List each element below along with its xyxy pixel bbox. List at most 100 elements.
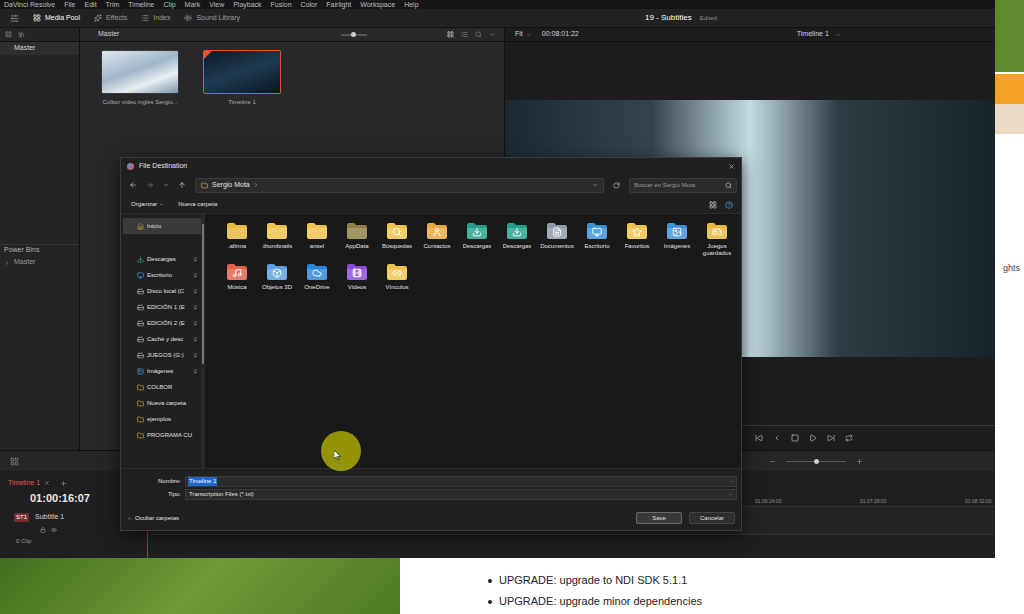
- bin-item[interactable]: Master: [0, 42, 79, 55]
- hide-folders-toggle[interactable]: Ocultar carpetas: [127, 514, 179, 523]
- nav-item[interactable]: Escritorio: [123, 267, 201, 283]
- folder-item[interactable]: Vídeos: [337, 263, 377, 291]
- search-icon[interactable]: [475, 31, 482, 38]
- refresh-icon[interactable]: [613, 182, 620, 189]
- timeline-chevron-icon[interactable]: [835, 32, 841, 38]
- filename-history-icon[interactable]: [729, 479, 734, 484]
- nav-item[interactable]: Inicio: [123, 218, 201, 234]
- folder-item[interactable]: Descargas: [497, 222, 537, 257]
- clip[interactable]: Colbor video inglés Sergio...: [100, 50, 180, 107]
- nav-item[interactable]: PROGRAMA CU: [123, 427, 201, 443]
- menu-item[interactable]: Trim: [106, 1, 120, 9]
- grid-view-icon[interactable]: [447, 31, 454, 38]
- search-field[interactable]: Buscar en Sergio Mota: [629, 178, 737, 193]
- zoom-out-icon[interactable]: [769, 458, 776, 465]
- close-icon[interactable]: [728, 163, 735, 170]
- path-segment[interactable]: Sergio Mota: [212, 180, 250, 191]
- view-mode-icon[interactable]: [709, 201, 717, 209]
- folder-item[interactable]: Contactos: [417, 222, 457, 257]
- nav-scrollbar[interactable]: [201, 214, 205, 468]
- path-separator-icon[interactable]: [253, 182, 259, 188]
- library-icon[interactable]: [18, 31, 25, 38]
- help-icon[interactable]: [725, 201, 733, 209]
- folder-item[interactable]: Búsquedas: [377, 222, 417, 257]
- timeline-view-icon[interactable]: [10, 457, 19, 466]
- folder-item[interactable]: Descargas: [457, 222, 497, 257]
- up-icon[interactable]: [178, 181, 186, 189]
- folder-item[interactable]: Juegos guardados: [697, 222, 737, 257]
- command-button[interactable]: Nueva carpeta: [178, 200, 217, 209]
- nav-item[interactable]: COLBOR: [123, 379, 201, 395]
- folder-item[interactable]: Favoritos: [617, 222, 657, 257]
- nav-item[interactable]: Descargas: [123, 251, 201, 267]
- folder-item[interactable]: Objetos 3D: [257, 263, 297, 291]
- stop-icon[interactable]: [791, 434, 799, 442]
- lock-icon[interactable]: [40, 527, 46, 533]
- zoom-chevron-icon[interactable]: [526, 32, 532, 38]
- panel-toggle[interactable]: Sound Library: [184, 13, 240, 24]
- forward-icon[interactable]: [146, 181, 154, 189]
- panel-toggle[interactable]: Effects: [94, 13, 127, 24]
- play-icon[interactable]: [809, 434, 817, 442]
- skip-forward-icon[interactable]: [827, 434, 835, 442]
- panel-toggle[interactable]: Index: [141, 13, 170, 24]
- panel-toggle[interactable]: Media Pool: [33, 13, 80, 24]
- menu-item[interactable]: Help: [404, 1, 418, 9]
- save-button[interactable]: Save: [636, 512, 682, 524]
- menu-item[interactable]: View: [209, 1, 224, 9]
- folder-item[interactable]: .thumbnails: [257, 222, 297, 257]
- thumb-size-slider[interactable]: [341, 34, 367, 36]
- nav-item[interactable]: EDICIÓN 2 (E: [123, 315, 201, 331]
- menu-item[interactable]: Timeline: [128, 1, 154, 9]
- filetype-select[interactable]: Transcription Files (*.txt): [185, 489, 737, 500]
- nav-item[interactable]: Nueva carpeta: [123, 395, 201, 411]
- nav-item[interactable]: Caché y desc: [123, 331, 201, 347]
- add-tab-icon[interactable]: [60, 480, 67, 487]
- expand-icon[interactable]: [4, 260, 10, 266]
- play-reverse-icon[interactable]: [773, 434, 781, 442]
- list-view-icon[interactable]: [461, 31, 468, 38]
- command-button[interactable]: Organizar: [131, 200, 164, 209]
- menu-item[interactable]: Color: [301, 1, 318, 9]
- close-tab-icon[interactable]: [44, 480, 50, 486]
- timeline-select[interactable]: Timeline 1: [797, 29, 829, 40]
- bins-icon[interactable]: [5, 31, 12, 38]
- cancel-button[interactable]: Cancelar: [689, 512, 735, 524]
- folder-item[interactable]: OneDrive: [297, 263, 337, 291]
- folder-item[interactable]: ansel: [297, 222, 337, 257]
- menu-item[interactable]: Workspace: [360, 1, 395, 9]
- menu-item[interactable]: Mark: [185, 1, 201, 9]
- power-bin-item[interactable]: Master: [0, 256, 79, 269]
- path-field[interactable]: Sergio Mota: [195, 178, 604, 193]
- filename-field[interactable]: Timeline 1: [185, 476, 737, 487]
- menu-item[interactable]: Playback: [233, 1, 261, 9]
- folder-item[interactable]: Música: [217, 263, 257, 291]
- visibility-icon[interactable]: [51, 527, 57, 533]
- nav-item[interactable]: EDICIÓN 1 (E: [123, 299, 201, 315]
- folder-item[interactable]: Vínculos: [377, 263, 417, 291]
- path-history-icon[interactable]: [592, 182, 598, 188]
- menu-item[interactable]: Edit: [85, 1, 97, 9]
- folder-item[interactable]: Escritorio: [577, 222, 617, 257]
- folder-item[interactable]: Imágenes: [657, 222, 697, 257]
- zoom-in-icon[interactable]: [856, 458, 863, 465]
- menu-item[interactable]: Clip: [164, 1, 176, 9]
- menu-item[interactable]: Fusion: [271, 1, 292, 9]
- menu-item[interactable]: DaVinci Resolve: [4, 1, 55, 9]
- clip[interactable]: Timeline 1: [202, 50, 282, 107]
- nav-item[interactable]: ejemplos: [123, 411, 201, 427]
- folder-item[interactable]: .afirma: [217, 222, 257, 257]
- nav-item[interactable]: Imágenes: [123, 363, 201, 379]
- zoom-slider[interactable]: [786, 461, 846, 462]
- menu-item[interactable]: Fairlight: [326, 1, 351, 9]
- power-bins-header[interactable]: Power Bins: [0, 244, 79, 256]
- folder-item[interactable]: Documentos: [537, 222, 577, 257]
- menu-item[interactable]: File: [64, 1, 75, 9]
- nav-item[interactable]: JUEGOS (G:): [123, 347, 201, 363]
- loop-icon[interactable]: [845, 434, 853, 442]
- zoom-select[interactable]: Fit: [515, 29, 523, 40]
- back-icon[interactable]: [129, 181, 137, 189]
- skip-back-icon[interactable]: [755, 434, 763, 442]
- folder-item[interactable]: AppData: [337, 222, 377, 257]
- nav-item[interactable]: Disco local (C: [123, 283, 201, 299]
